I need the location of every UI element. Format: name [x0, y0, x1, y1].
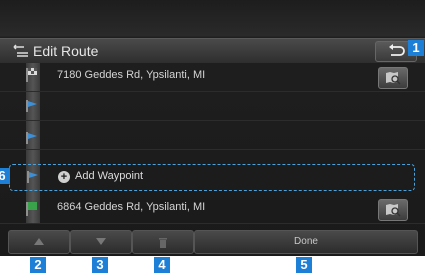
- callout-5: 5: [296, 257, 312, 273]
- delete-button[interactable]: [132, 230, 194, 254]
- waypoint-flag-icon: [27, 171, 38, 183]
- destination-address: 6864 Geddes Rd, Ypsilanti, MI: [57, 201, 206, 213]
- callout-6: 6: [0, 168, 10, 184]
- callout-2: 2: [30, 257, 46, 273]
- add-waypoint-label: Add Waypoint: [75, 170, 144, 182]
- callout-1: 1: [408, 40, 424, 56]
- page-title: Edit Route: [33, 43, 99, 59]
- done-button[interactable]: Done: [194, 230, 418, 254]
- waypoint-flag-icon: [26, 132, 37, 144]
- map-search-icon: [386, 204, 401, 217]
- waypoint-row: [0, 92, 425, 121]
- route-start-row[interactable]: 7180 Geddes Rd, Ypsilanti, MI: [0, 63, 425, 92]
- waypoint-row: [0, 121, 425, 150]
- map-search-icon: [386, 72, 401, 85]
- move-down-button[interactable]: [70, 230, 132, 254]
- plus-circle-icon: +: [58, 171, 70, 183]
- route-screen: Edit Route 7180 Geddes Rd, Ypsilanti, MI: [0, 0, 425, 256]
- start-map-button[interactable]: [378, 67, 408, 89]
- move-up-button[interactable]: [8, 230, 70, 254]
- bottom-toolbar: Done: [0, 228, 425, 256]
- move-down-icon: [96, 238, 106, 245]
- destination-map-button[interactable]: [378, 199, 408, 221]
- done-label: Done: [294, 236, 318, 247]
- callout-3: 3: [92, 257, 108, 273]
- destination-flag-icon: [26, 202, 37, 216]
- route-destination-row[interactable]: 6864 Geddes Rd, Ypsilanti, MI: [0, 195, 425, 224]
- route-edit-icon: [13, 44, 28, 57]
- add-waypoint-button[interactable]: + Add Waypoint: [9, 164, 415, 191]
- start-address: 7180 Geddes Rd, Ypsilanti, MI: [57, 69, 206, 81]
- start-flag-icon: [26, 68, 37, 82]
- callout-4: 4: [154, 257, 170, 273]
- trash-icon: [159, 238, 167, 248]
- back-arrow-icon: [389, 44, 405, 56]
- title-bar: Edit Route: [0, 38, 425, 63]
- waypoint-flag-icon: [26, 100, 37, 112]
- move-up-icon: [34, 238, 44, 245]
